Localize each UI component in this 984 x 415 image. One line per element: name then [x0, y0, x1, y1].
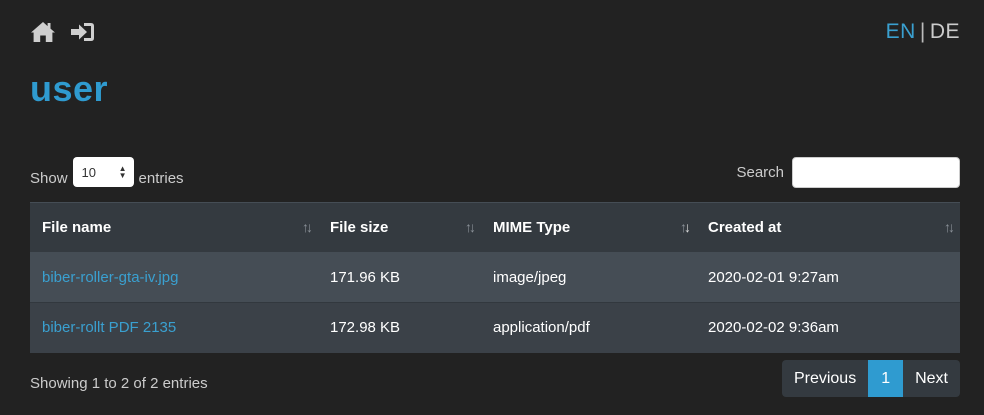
file-link[interactable]: biber-rollt PDF 2135 [42, 319, 176, 336]
search-control: Search [736, 157, 960, 188]
cell-created-at: 2020-02-01 9:27am [696, 252, 960, 303]
page-title: user [30, 68, 109, 109]
column-header-mime-type[interactable]: MIME Type ↑↓ [481, 202, 696, 254]
cell-mime-type: application/pdf [481, 302, 696, 353]
lang-separator: | [919, 20, 926, 43]
table-row: biber-roller-gta-iv.jpg 171.96 KB image/… [30, 252, 960, 303]
language-switcher: EN | DE [886, 20, 960, 44]
pagination: Previous 1 Next [781, 360, 960, 397]
sort-icon: ↑↓ [465, 219, 476, 235]
entries-label: entries [138, 169, 184, 187]
entries-length-value: 10 [81, 164, 96, 180]
previous-page-button[interactable]: Previous [781, 360, 869, 397]
entries-length-control: Show 10 ▲ ▼ entries [30, 157, 184, 193]
table-controls: Show 10 ▲ ▼ entries Search [30, 157, 960, 188]
sort-icon: ↑↓ [944, 219, 955, 235]
column-header-file-size[interactable]: File size ↑↓ [318, 202, 481, 254]
cell-created-at: 2020-02-02 9:36am [696, 302, 960, 353]
cell-mime-type: image/jpeg [481, 252, 696, 303]
page-1-button[interactable]: 1 [868, 360, 904, 397]
cell-file-size: 171.96 KB [318, 252, 481, 303]
entries-length-select[interactable]: 10 ▲ ▼ [72, 157, 134, 187]
lang-en-link[interactable]: EN [886, 20, 916, 43]
cell-file-size: 172.98 KB [318, 302, 481, 353]
file-link[interactable]: biber-roller-gta-iv.jpg [42, 269, 178, 286]
home-icon[interactable] [30, 20, 56, 44]
table-header-row: File name ↑↓ File size ↑↓ MIME Type ↑↓ Crea… [30, 202, 960, 254]
lang-de-link[interactable]: DE [930, 20, 960, 43]
table-row: biber-rollt PDF 2135 172.98 KB applicati… [30, 302, 960, 353]
cell-file-name: biber-rollt PDF 2135 [30, 302, 318, 353]
table-info: Showing 1 to 2 of 2 entries [30, 375, 208, 392]
show-label: Show [30, 169, 68, 187]
sign-in-icon[interactable] [70, 20, 96, 44]
files-table: File name ↑↓ File size ↑↓ MIME Type ↑↓ Crea… [30, 202, 960, 353]
top-nav [30, 20, 96, 44]
sort-icon: ↑↓ [302, 219, 313, 235]
cell-file-name: biber-roller-gta-iv.jpg [30, 252, 318, 303]
search-input[interactable] [792, 157, 960, 188]
sort-desc-icon: ↑↓ [680, 219, 691, 235]
column-header-created-at[interactable]: Created at ↑↓ [696, 202, 960, 254]
column-header-file-name[interactable]: File name ↑↓ [30, 202, 318, 254]
select-arrows-icon: ▲ ▼ [118, 164, 127, 180]
next-page-button[interactable]: Next [903, 360, 960, 397]
search-label: Search [736, 164, 784, 181]
